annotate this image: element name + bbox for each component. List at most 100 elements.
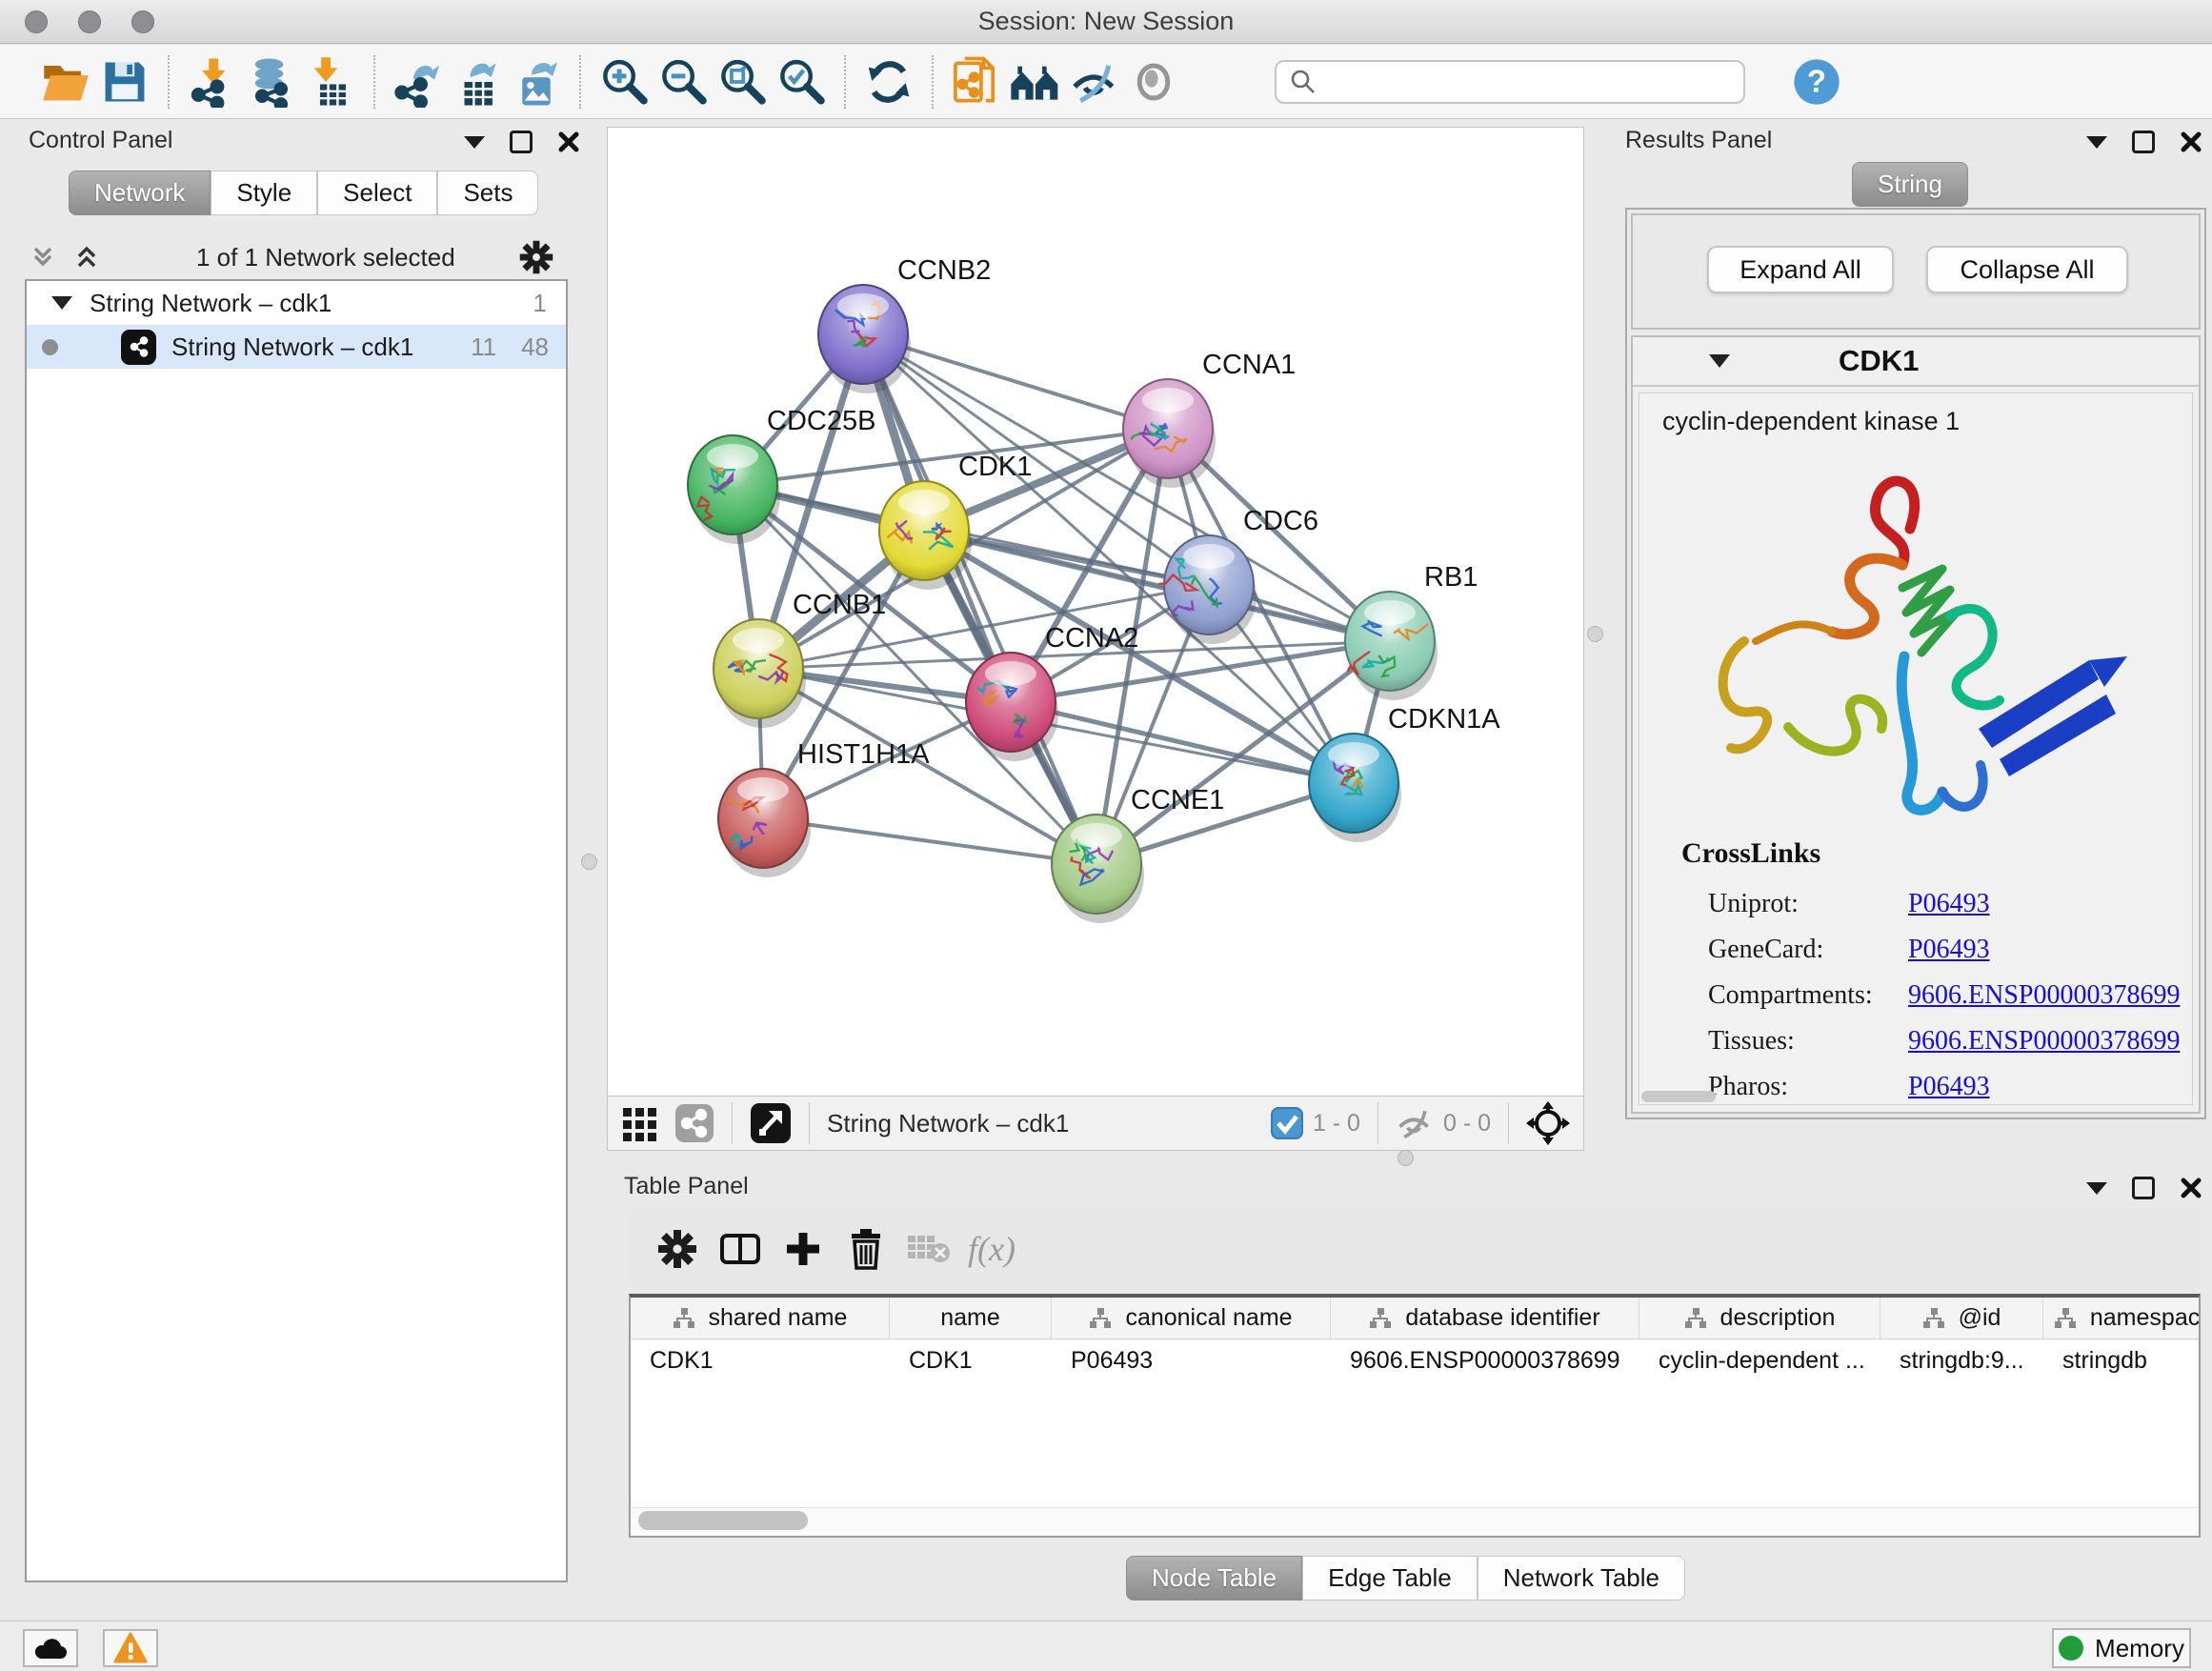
tree-expander-icon[interactable]: [51, 296, 72, 310]
table-hscroll-thumb[interactable]: [638, 1511, 808, 1530]
table-cell[interactable]: stringdb: [2043, 1339, 2201, 1381]
zoom-in-button[interactable]: [594, 52, 654, 111]
network-node-CCNA2[interactable]: CCNA2: [966, 623, 1138, 761]
column-header-name[interactable]: name: [890, 1298, 1052, 1339]
zoom-fit-button[interactable]: [713, 52, 772, 111]
tab-style[interactable]: Style: [211, 171, 317, 215]
network-options-gear-icon[interactable]: [518, 239, 554, 275]
table-cell[interactable]: 9606.ENSP00000378699: [1331, 1339, 1639, 1381]
column-header-description[interactable]: description: [1639, 1298, 1880, 1339]
network-node-RB1[interactable]: RB1: [1345, 562, 1478, 700]
network-node-CCNB1[interactable]: CCNB1: [714, 590, 886, 728]
column-header-namespace[interactable]: namespace: [2043, 1298, 2201, 1339]
open-session-button[interactable]: [36, 52, 95, 111]
crosslink-link[interactable]: 9606.ENSP00000378699: [1908, 1026, 2180, 1057]
hidden-eye-slash-icon[interactable]: [1396, 1104, 1434, 1142]
minimize-window-button[interactable]: [78, 10, 101, 33]
tab-network-table[interactable]: Network Table: [1478, 1556, 1685, 1601]
expand-all-button[interactable]: Expand All: [1707, 246, 1894, 293]
show-graphics-details-button[interactable]: [1124, 52, 1183, 111]
export-table-button[interactable]: [448, 52, 507, 111]
panel-float-icon[interactable]: [2132, 1177, 2155, 1199]
import-network-from-file-button[interactable]: [183, 52, 242, 111]
zoom-window-button[interactable]: [131, 10, 154, 33]
network-row[interactable]: String Network – cdk1 11 48: [27, 325, 566, 369]
gene-expander-icon[interactable]: [1709, 354, 1730, 368]
network-edge: [763, 818, 1096, 864]
network-node-HIST1H1A[interactable]: HIST1H1A: [718, 739, 930, 877]
crosslink-link[interactable]: P06493: [1908, 1072, 1990, 1102]
column-header-canonical-name[interactable]: canonical name: [1052, 1298, 1331, 1339]
collapse-all-networks-icon[interactable]: [29, 243, 57, 272]
bottom-splitter-handle[interactable]: [1398, 1150, 1414, 1166]
gene-section-header[interactable]: CDK1: [1633, 337, 2199, 387]
panel-float-icon[interactable]: [2132, 131, 2155, 153]
memory-button[interactable]: Memory: [2052, 1628, 2191, 1668]
share-view-icon[interactable]: [674, 1103, 714, 1143]
crosslink-link[interactable]: P06493: [1908, 935, 1990, 965]
tab-network[interactable]: Network: [69, 171, 211, 215]
tab-edge-table[interactable]: Edge Table: [1302, 1556, 1478, 1601]
status-bar: Memory: [0, 1621, 2212, 1671]
fit-content-crosshair-icon[interactable]: [1526, 1101, 1570, 1145]
grid-view-icon[interactable]: [621, 1104, 659, 1142]
tab-string[interactable]: String: [1852, 162, 1968, 207]
table-cell[interactable]: stringdb:9...: [1880, 1339, 2043, 1381]
show-columns-button[interactable]: [709, 1220, 772, 1278]
expand-all-networks-icon[interactable]: [72, 243, 101, 272]
hide-unhide-button[interactable]: [1065, 52, 1124, 111]
zoom-selected-button[interactable]: [772, 52, 831, 111]
help-button[interactable]: ?: [1787, 52, 1846, 111]
tab-sets[interactable]: Sets: [437, 171, 538, 215]
tab-node-table[interactable]: Node Table: [1126, 1556, 1302, 1601]
network-tree: String Network – cdk1 1 String Network –…: [25, 279, 568, 1582]
import-table-from-file-button[interactable]: [301, 52, 360, 111]
string-home-button[interactable]: [1006, 52, 1065, 111]
network-node-CDC6[interactable]: CDC6: [1158, 506, 1318, 644]
results-hscroll-thumb[interactable]: [1641, 1091, 1716, 1102]
network-canvas[interactable]: CCNB2CCNA1CDC25BCDK1CDC6RB1CCNB1CCNA2CDK…: [607, 127, 1584, 1096]
crosslink-link[interactable]: 9606.ENSP00000378699: [1908, 980, 2180, 1011]
panel-float-icon[interactable]: [510, 131, 533, 153]
table-options-button[interactable]: [646, 1220, 709, 1278]
control-panel-window-buttons: [464, 131, 580, 153]
panel-close-icon[interactable]: [557, 131, 580, 153]
selected-checkbox-icon[interactable]: [1271, 1107, 1303, 1139]
export-image-button[interactable]: [507, 52, 566, 111]
table-cell[interactable]: cyclin-dependent ...: [1639, 1339, 1880, 1381]
cloud-button[interactable]: [23, 1629, 78, 1667]
column-header-shared-name[interactable]: shared name: [631, 1298, 890, 1339]
share-annotations-button[interactable]: [947, 52, 1006, 111]
network-collection-row[interactable]: String Network – cdk1 1: [27, 281, 566, 325]
panel-menu-icon[interactable]: [464, 136, 485, 149]
column-header-database-identifier[interactable]: database identifier: [1331, 1298, 1639, 1339]
crosslink-link[interactable]: P06493: [1908, 889, 1990, 919]
table-cell[interactable]: P06493: [1052, 1339, 1331, 1381]
add-column-button[interactable]: [772, 1220, 835, 1278]
save-session-button[interactable]: [95, 52, 154, 111]
right-splitter-handle[interactable]: [1587, 626, 1603, 642]
network-node-CCNE1[interactable]: CCNE1: [1052, 785, 1224, 923]
apply-layout-button[interactable]: [859, 52, 918, 111]
import-network-from-database-button[interactable]: [242, 52, 301, 111]
export-network-button[interactable]: [389, 52, 448, 111]
panel-menu-icon[interactable]: [2086, 136, 2107, 149]
network-graph[interactable]: CCNB2CCNA1CDC25BCDK1CDC6RB1CCNB1CCNA2CDK…: [608, 128, 1583, 1095]
panel-close-icon[interactable]: [2180, 131, 2202, 153]
warnings-button[interactable]: [103, 1629, 158, 1667]
table-hscroll-track[interactable]: [631, 1507, 2199, 1532]
table-cell[interactable]: CDK1: [631, 1339, 890, 1381]
left-splitter-handle[interactable]: [581, 854, 597, 870]
collapse-all-button[interactable]: Collapse All: [1926, 246, 2128, 293]
table-cell[interactable]: CDK1: [890, 1339, 1052, 1381]
tab-select[interactable]: Select: [317, 171, 437, 215]
zoom-out-button[interactable]: [654, 52, 713, 111]
panel-close-icon[interactable]: [2180, 1177, 2202, 1199]
birdseye-view-icon[interactable]: [750, 1102, 792, 1144]
close-window-button[interactable]: [25, 10, 48, 33]
column-header--id[interactable]: @id: [1880, 1298, 2043, 1339]
network-node-CDKN1A[interactable]: CDKN1A: [1309, 704, 1500, 842]
delete-column-button[interactable]: [835, 1220, 897, 1278]
search-input[interactable]: [1318, 68, 1719, 95]
panel-menu-icon[interactable]: [2086, 1182, 2107, 1195]
